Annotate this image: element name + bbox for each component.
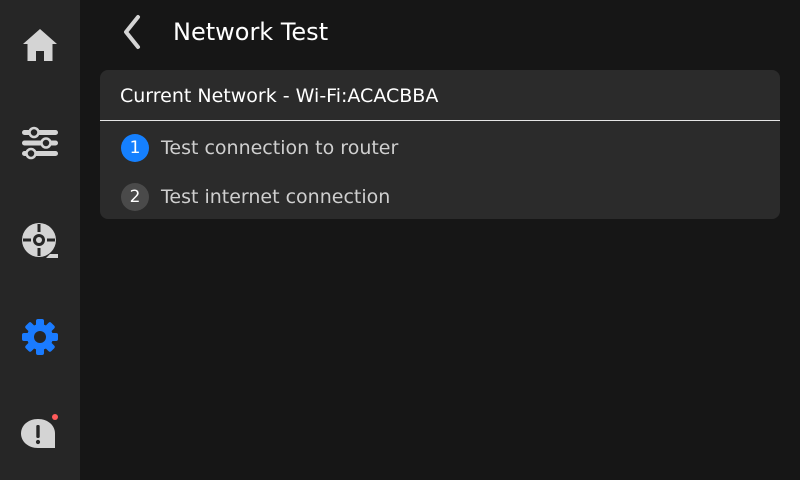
extruder-icon xyxy=(22,223,58,258)
step-label: Test connection to router xyxy=(161,137,399,159)
sidebar-item-home[interactable] xyxy=(0,0,80,90)
home-icon xyxy=(23,29,57,61)
notification-dot xyxy=(52,414,58,420)
network-test-card: Current Network - Wi-Fi:ACACBBA 1 Test c… xyxy=(100,70,780,219)
sidebar-item-settings[interactable] xyxy=(0,292,80,382)
network-test-screen: Network Test Current Network - Wi-Fi:ACA… xyxy=(0,0,800,480)
current-network-label: Current Network - Wi-Fi:ACACBBA xyxy=(120,85,439,107)
gear-icon xyxy=(22,319,58,355)
alert-icon xyxy=(21,414,58,448)
step-number-badge: 1 xyxy=(121,134,149,162)
sidebar-item-alerts[interactable] xyxy=(0,388,80,478)
step-label: Test internet connection xyxy=(161,186,391,208)
step-test-router: 1 Test connection to router xyxy=(121,134,398,162)
chevron-left-icon xyxy=(124,15,140,49)
back-button[interactable] xyxy=(112,10,152,54)
step-test-internet: 2 Test internet connection xyxy=(121,183,390,211)
step-number-badge: 2 xyxy=(121,183,149,211)
sidebar-item-extruder[interactable] xyxy=(0,195,80,285)
page-title: Network Test xyxy=(173,18,329,46)
sidebar-item-tune[interactable] xyxy=(0,98,80,188)
sliders-icon xyxy=(22,126,58,160)
divider xyxy=(100,120,780,121)
sidebar xyxy=(0,0,80,480)
